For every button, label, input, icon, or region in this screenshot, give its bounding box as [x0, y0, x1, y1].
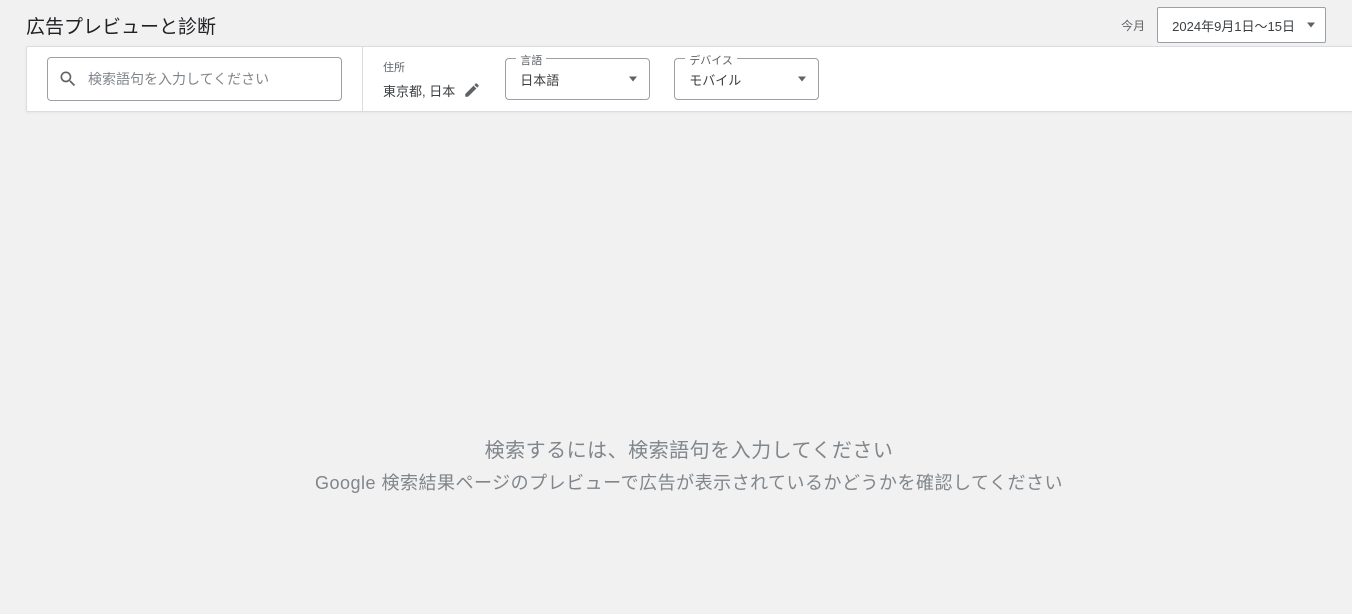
- location-group: 住所 東京都, 日本: [383, 59, 481, 100]
- search-section: [27, 47, 363, 111]
- date-range-value: 2024年9月1日～15日: [1172, 16, 1295, 35]
- empty-state-subtitle: Google 検索結果ページのプレビューで広告が表示されているかどうかを確認して…: [26, 469, 1352, 495]
- chevron-down-icon: [798, 77, 806, 82]
- controls-section: 住所 東京都, 日本 言語 日本語 デバイス モバイル: [363, 58, 839, 100]
- pencil-icon[interactable]: [463, 81, 481, 99]
- search-input[interactable]: [88, 71, 331, 87]
- language-select[interactable]: 言語 日本語: [505, 58, 650, 100]
- empty-state-title: 検索するには、検索語句を入力してください: [26, 434, 1352, 463]
- device-select[interactable]: デバイス モバイル: [674, 58, 819, 100]
- language-value: 日本語: [520, 70, 559, 89]
- date-range-selector[interactable]: 2024年9月1日～15日: [1157, 7, 1326, 43]
- device-label: デバイス: [685, 52, 737, 68]
- search-box[interactable]: [47, 57, 342, 101]
- page-title: 広告プレビューと診断: [26, 12, 216, 39]
- location-row: 東京都, 日本: [383, 81, 481, 100]
- device-value: モバイル: [689, 70, 741, 89]
- chevron-down-icon: [629, 77, 637, 82]
- language-label: 言語: [516, 52, 546, 68]
- location-label: 住所: [383, 59, 481, 75]
- filter-bar: 住所 東京都, 日本 言語 日本語 デバイス モバイル: [26, 46, 1352, 112]
- chevron-down-icon: [1307, 23, 1315, 28]
- date-area: 今月 2024年9月1日～15日: [1121, 7, 1326, 43]
- page-header: 広告プレビューと診断 今月 2024年9月1日～15日: [0, 0, 1352, 46]
- date-period-label: 今月: [1121, 17, 1145, 34]
- empty-state: 検索するには、検索語句を入力してください Google 検索結果ページのプレビュ…: [0, 434, 1352, 495]
- search-icon: [58, 69, 78, 89]
- location-value: 東京都, 日本: [383, 81, 455, 100]
